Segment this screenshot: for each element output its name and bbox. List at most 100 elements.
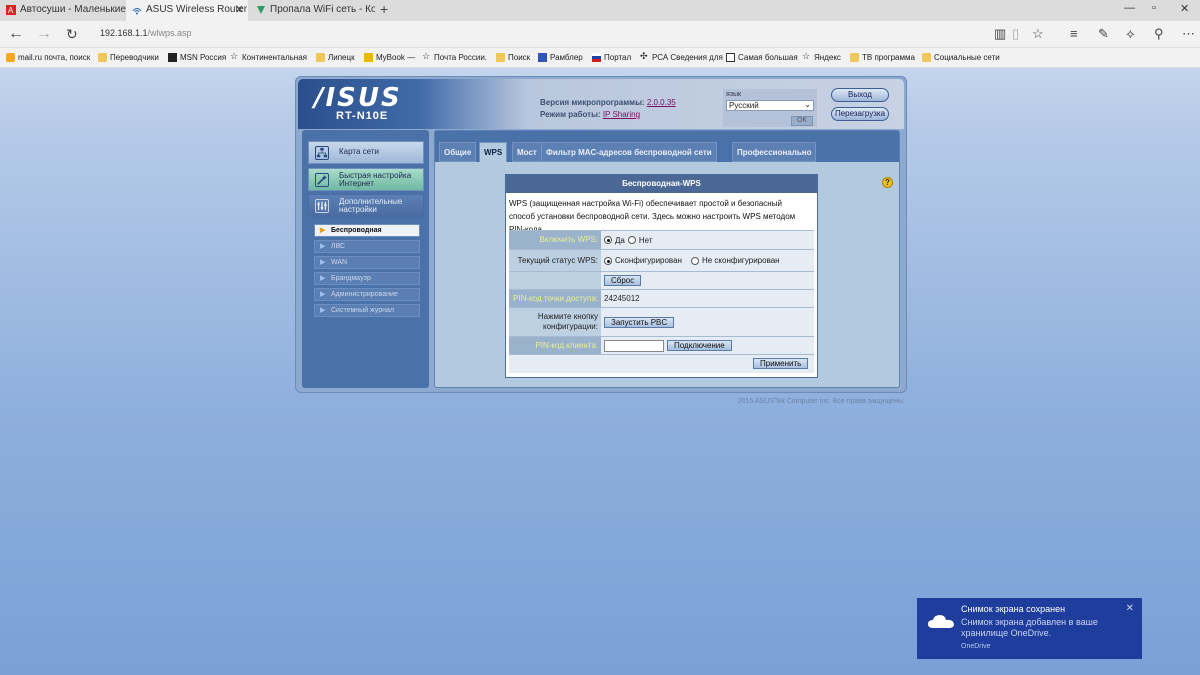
onedrive-notification[interactable]: Снимок экрана сохранен Снимок экрана доб… [917,598,1142,659]
browser-tab-3[interactable]: Пропала WiFi сеть - Компь [250,0,375,21]
hub-icon[interactable]: ≡ [1070,26,1078,41]
folder-icon [98,53,107,62]
apply-button[interactable]: Применить [753,358,809,369]
submenu-label: Администрирование [331,291,398,298]
wps-status-options: Сконфигурирован Не сконфигурирован [604,250,780,271]
back-icon[interactable]: ← [8,25,24,43]
tab-bridge[interactable]: Мост [512,142,542,162]
reset-button[interactable]: Сброс [604,275,642,286]
wps-panel: Беспроводная-WPS WPS (защищенная настрой… [505,174,818,378]
favorite-star-icon[interactable]: ☆ [1032,26,1044,42]
radio-no[interactable] [627,236,636,244]
share-icon[interactable]: ⟡ [1126,26,1135,42]
radio-yes[interactable] [604,236,612,244]
favorite-item[interactable]: Социальные сети [922,53,1000,62]
favorite-item[interactable]: ☆ Яндекс [802,51,841,62]
url-field[interactable]: 192.168.1.1/wlwps.asp [100,28,192,38]
client-pin-input[interactable] [604,339,664,352]
reboot-button[interactable]: Перезагрузка [831,107,889,121]
favorite-item[interactable]: mail.ru почта, поиск [6,53,90,62]
doc-icon [726,53,735,62]
submenu-label: Беспроводная [331,227,382,234]
mybook-icon [364,53,373,62]
maximize-icon[interactable]: ▫ [1152,2,1156,14]
favorites-bar: mail.ru почта, поиск Переводчики MSN Рос… [0,48,1200,68]
rambler-icon [538,53,547,62]
help-icon[interactable]: ? [882,177,893,188]
firmware-link[interactable]: 2.0.0.35 [647,98,676,107]
pbc-cell: Запустить PBC [604,308,675,336]
submenu-label: ЛВС [331,243,346,250]
enable-wps-options: Да Нет [604,231,653,249]
pbc-row: Нажмите кнопку конфигурации: Запустить P… [509,307,814,336]
favorite-item[interactable]: ☆ Почта России. [422,51,487,62]
close-window-icon[interactable]: ✕ [1180,2,1189,15]
favorite-item[interactable]: Самая большая [726,53,798,62]
favorite-label: РСА Сведения для [652,53,723,62]
favorite-item[interactable]: ✣ РСА Сведения для [640,51,723,62]
favorite-item[interactable]: Портал [592,53,631,62]
language-ok-button[interactable]: OK [791,116,813,126]
close-icon[interactable]: ✕ [1126,603,1134,614]
client-pin-row: PIN-код клиента: Подключение [509,336,814,354]
menu-advanced-settings[interactable]: Дополнительные настройки [308,194,424,217]
radio-not-configured[interactable] [690,256,699,265]
favorite-label: mail.ru почта, поиск [18,53,91,62]
browser-tab-2[interactable]: ASUS Wireless Router R ✕ [126,0,248,21]
mode-info: Режим работы: IP Sharing [540,110,640,119]
chevron-down-icon: ⌄ [804,100,811,109]
msn-icon [168,53,177,62]
menu-network-map[interactable]: Карта сети [308,141,424,164]
submenu-wireless[interactable]: ▶ Беспроводная [314,224,420,237]
arrow-right-icon: ▶ [320,307,326,314]
radio-yes-label: Да [615,235,625,245]
submenu-wan[interactable]: ▶ WAN [314,256,420,269]
reading-view-icon[interactable]: ▥ [994,26,1006,42]
ap-pin-label: PIN-код точки доступа: [509,290,601,307]
minimize-icon[interactable]: — [1124,2,1135,14]
tab-wps[interactable]: WPS [479,142,508,162]
forward-icon[interactable]: → [36,25,52,43]
favorite-item[interactable]: ☆ Континентальная [230,51,307,62]
wps-status-label: Текущий статус WPS: [509,250,601,271]
submenu-administration[interactable]: ▶ Администрирование [314,288,420,301]
mode-link[interactable]: IP Sharing [603,110,640,119]
favorite-item[interactable]: Переводчики [98,53,159,62]
book-icon[interactable]: ▯ [1012,26,1019,42]
extension-icon[interactable]: ⚲ [1154,26,1164,42]
reset-label-cell [509,272,601,289]
enable-wps-row: Включить WPS: Да Нет [509,230,814,249]
tab-mac-filter[interactable]: Фильтр MAC-адресов беспроводной сети [541,142,717,162]
tab-professional[interactable]: Профессионально [732,142,817,162]
favorite-item[interactable]: MyBook — [364,53,415,62]
favorite-item[interactable]: Рамблер [538,53,583,62]
logout-button[interactable]: Выход [831,88,889,102]
submenu-firewall[interactable]: ▶ Брандмауэр [314,272,420,285]
browser-tab-title: ASUS Wireless Router R [146,4,248,15]
language-select[interactable]: Русский ⌄ [726,100,814,111]
new-tab-icon[interactable]: + [380,1,388,17]
submenu-label: WAN [331,259,348,266]
refresh-icon[interactable]: ↻ [66,26,78,43]
radio-configured[interactable] [604,256,612,265]
browser-tab-1[interactable]: A Автосуши - Маленькие ро [0,0,126,21]
favorite-item[interactable]: ТВ программа [850,53,915,62]
submenu-lan[interactable]: ▶ ЛВС [314,240,420,253]
start-pbc-button[interactable]: Запустить PBC [604,316,675,328]
favorite-item[interactable]: Липецк [316,53,355,62]
favorite-item[interactable]: MSN Россия [168,53,226,62]
web-note-icon[interactable]: ✎ [1098,26,1109,42]
favorite-label: MyBook — [376,53,416,62]
wps-status-row: Текущий статус WPS: Сконфигурирован Не с… [509,249,814,271]
more-icon[interactable]: ⋯ [1182,26,1195,42]
connect-button[interactable]: Подключение [667,340,732,351]
autosushi-icon: A [6,5,16,15]
arrow-right-icon: ▶ [320,291,326,298]
submenu-system-log[interactable]: ▶ Системный журнал [314,304,420,317]
menu-quick-setup[interactable]: Быстрая настройка Интернет [308,168,424,191]
url-host: 192.168.1.1 [100,28,148,38]
close-tab-icon[interactable]: ✕ [235,3,244,16]
tab-general[interactable]: Общие [439,142,477,162]
favorite-item[interactable]: Поиск [496,53,530,62]
url-path: /wlwps.asp [147,28,192,38]
